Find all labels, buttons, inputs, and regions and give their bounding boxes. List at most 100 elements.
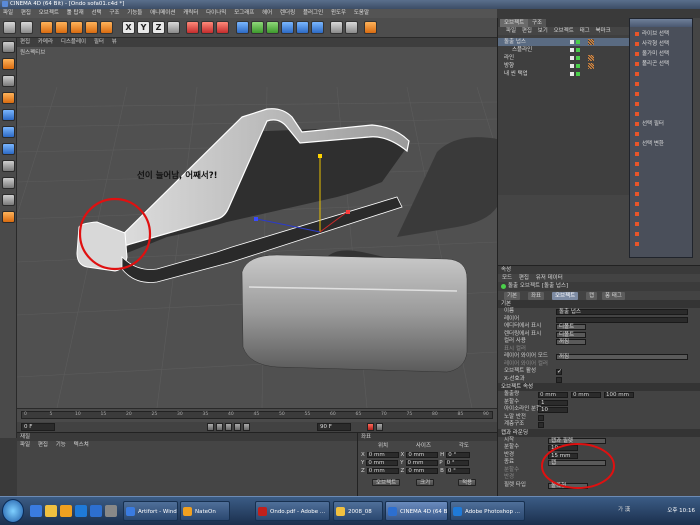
quicklaunch-chat-icon[interactable] [60, 505, 72, 517]
coord-apply-button[interactable]: 적용 [458, 479, 477, 486]
palette-item[interactable]: 선택 필터 [634, 120, 690, 128]
attr-layer-field[interactable] [556, 316, 688, 323]
object-row-spline[interactable]: 스플라인 [498, 46, 633, 54]
taskbar-task[interactable]: Adobe Photoshop ... [450, 501, 525, 521]
timeline-ruler[interactable]: 0 5 10 15 20 25 30 35 40 45 50 55 60 65 70 75 80 85 90 [21, 411, 493, 419]
material-menu-file[interactable]: 파일 [20, 442, 36, 448]
palette-item[interactable] [634, 200, 690, 208]
attr-flip-normals-checkbox[interactable] [538, 414, 544, 421]
palette-item[interactable]: 선택 변환 [634, 140, 690, 148]
attr-menu-edit[interactable]: 편집 [519, 275, 534, 281]
obj-menu-file[interactable]: 파일 [506, 28, 520, 34]
z-axis-lock-icon[interactable]: Z [152, 21, 165, 34]
pos-z-field[interactable]: 0 mm [366, 468, 399, 474]
palette-item[interactable] [634, 190, 690, 198]
make-editable-icon[interactable] [2, 41, 15, 53]
tab-objects[interactable]: 오브젝트 [500, 19, 529, 27]
size-x-field[interactable]: 0 mm [406, 452, 439, 458]
attr-xray-checkbox[interactable] [556, 376, 562, 383]
attr-use-color-dropdown[interactable]: 꺼짐 [556, 339, 586, 345]
movement-y-field[interactable]: 0 mm [571, 392, 601, 398]
palette-item[interactable]: 폴리곤 선택 [634, 60, 690, 68]
keyframe-icon[interactable] [376, 423, 383, 431]
deformer-icon[interactable] [296, 21, 309, 34]
palette-item[interactable]: 올가미 선택 [634, 50, 690, 58]
scene-icon[interactable] [311, 21, 324, 34]
render-view-icon[interactable] [186, 21, 199, 34]
enabled-check-icon[interactable] [576, 56, 580, 60]
obj-menu-edit[interactable]: 편집 [522, 28, 536, 34]
scale-tool-icon[interactable] [55, 21, 68, 34]
coord-size-dropdown[interactable]: 크기 [416, 479, 435, 486]
angle-h-field[interactable]: 0 ° [446, 452, 471, 458]
palette-item[interactable]: 사각형 선택 [634, 40, 690, 48]
enabled-check-icon[interactable] [576, 72, 580, 76]
taskbar-task[interactable]: Artifort - Windows... [123, 501, 178, 521]
snap-icon[interactable] [2, 194, 15, 206]
object-row-scene[interactable]: 내 씬 택업 [498, 70, 633, 78]
next-frame-icon[interactable] [234, 423, 241, 431]
quicklaunch-desktop-icon[interactable] [105, 505, 117, 517]
viewport-menu-view[interactable]: 뷰 [109, 39, 120, 45]
recent-tool-icon[interactable] [100, 21, 113, 34]
material-menu-edit[interactable]: 편집 [38, 442, 54, 448]
menu-edit[interactable]: 편집 [18, 9, 34, 18]
menu-file[interactable]: 파일 [0, 9, 16, 18]
enabled-check-icon[interactable] [576, 64, 580, 68]
polygons-mode-icon[interactable] [2, 143, 15, 155]
palette-item[interactable] [634, 170, 690, 178]
material-tag-icon[interactable] [588, 39, 594, 45]
visibility-icon[interactable] [570, 48, 574, 52]
array-icon[interactable] [266, 21, 279, 34]
attr-menu-mode[interactable]: 모드 [502, 275, 517, 281]
viewport-menu-camera[interactable]: 카메라 [35, 39, 56, 45]
edges-mode-icon[interactable] [2, 126, 15, 138]
movement-z-field[interactable]: 100 mm [604, 392, 634, 398]
palette-item[interactable] [634, 220, 690, 228]
camera-icon[interactable] [330, 21, 343, 34]
menu-tools[interactable]: 툴 탑재 [64, 9, 87, 18]
enabled-check-icon[interactable] [576, 40, 580, 44]
rotate-tool-icon[interactable] [70, 21, 83, 34]
menu-render[interactable]: 렌더링 [277, 9, 298, 18]
render-settings-icon[interactable] [216, 21, 229, 34]
viewport-menu-display[interactable]: 디스플레이 [58, 39, 89, 45]
attr-name-field[interactable]: 돌출 넙스 [556, 309, 688, 315]
prev-frame-icon[interactable] [216, 423, 223, 431]
palette-item[interactable] [634, 180, 690, 188]
viewport-menu-filter[interactable]: 필터 [91, 39, 107, 45]
object-row-direction[interactable]: 방향 [498, 62, 633, 70]
size-y-field[interactable]: 0 mm [405, 460, 438, 466]
viewport-menu-edit[interactable]: 편집 [17, 39, 33, 45]
palette-item[interactable] [634, 70, 690, 78]
palette-item[interactable] [634, 240, 690, 248]
palette-item[interactable] [634, 110, 690, 118]
attr-menu-userdata[interactable]: 유저 데이터 [536, 275, 568, 281]
attr-hierarchical-checkbox[interactable] [538, 422, 544, 428]
texture-mode-icon[interactable] [2, 92, 15, 104]
attr-render-vis-dropdown[interactable]: 디폴트 [556, 331, 586, 338]
menu-structure[interactable]: 구조 [106, 9, 122, 18]
workplane-icon[interactable] [2, 211, 15, 223]
coordinate-system-icon[interactable] [167, 21, 180, 34]
nurbs-icon[interactable] [251, 21, 264, 34]
quicklaunch-ie-icon[interactable] [30, 505, 42, 517]
attr-tab-basic[interactable]: 기본 [504, 292, 521, 300]
taskbar-task[interactable]: Ondo.pdf - Adobe ... [255, 501, 330, 521]
light-icon[interactable] [345, 21, 358, 34]
obj-menu-view[interactable]: 보기 [538, 28, 552, 34]
taskbar-task[interactable]: 2008_08 [333, 501, 383, 521]
palette-item[interactable] [634, 90, 690, 98]
attr-tab-caps[interactable]: 캡 [586, 292, 598, 300]
menu-hair[interactable]: 헤어 [259, 9, 275, 18]
3d-viewport[interactable]: 편집 카메라 디스플레이 필터 뷰 원스펙티브 선이 늘어남, 어째서?! [17, 38, 497, 408]
movement-x-field[interactable]: 0 mm [538, 392, 568, 398]
taskbar-task[interactable]: CINEMA 4D (64 Bi... [385, 501, 448, 521]
material-tag-icon[interactable] [588, 63, 594, 69]
points-mode-icon[interactable] [2, 109, 15, 121]
pos-y-field[interactable]: 0 mm [366, 460, 399, 466]
object-row-extrude-nurbs[interactable]: 돌출 넙스 [498, 38, 633, 46]
goto-start-icon[interactable] [207, 423, 214, 431]
menu-plugins[interactable]: 플러그인 [300, 9, 326, 18]
menu-functions[interactable]: 기능들 [124, 9, 145, 18]
